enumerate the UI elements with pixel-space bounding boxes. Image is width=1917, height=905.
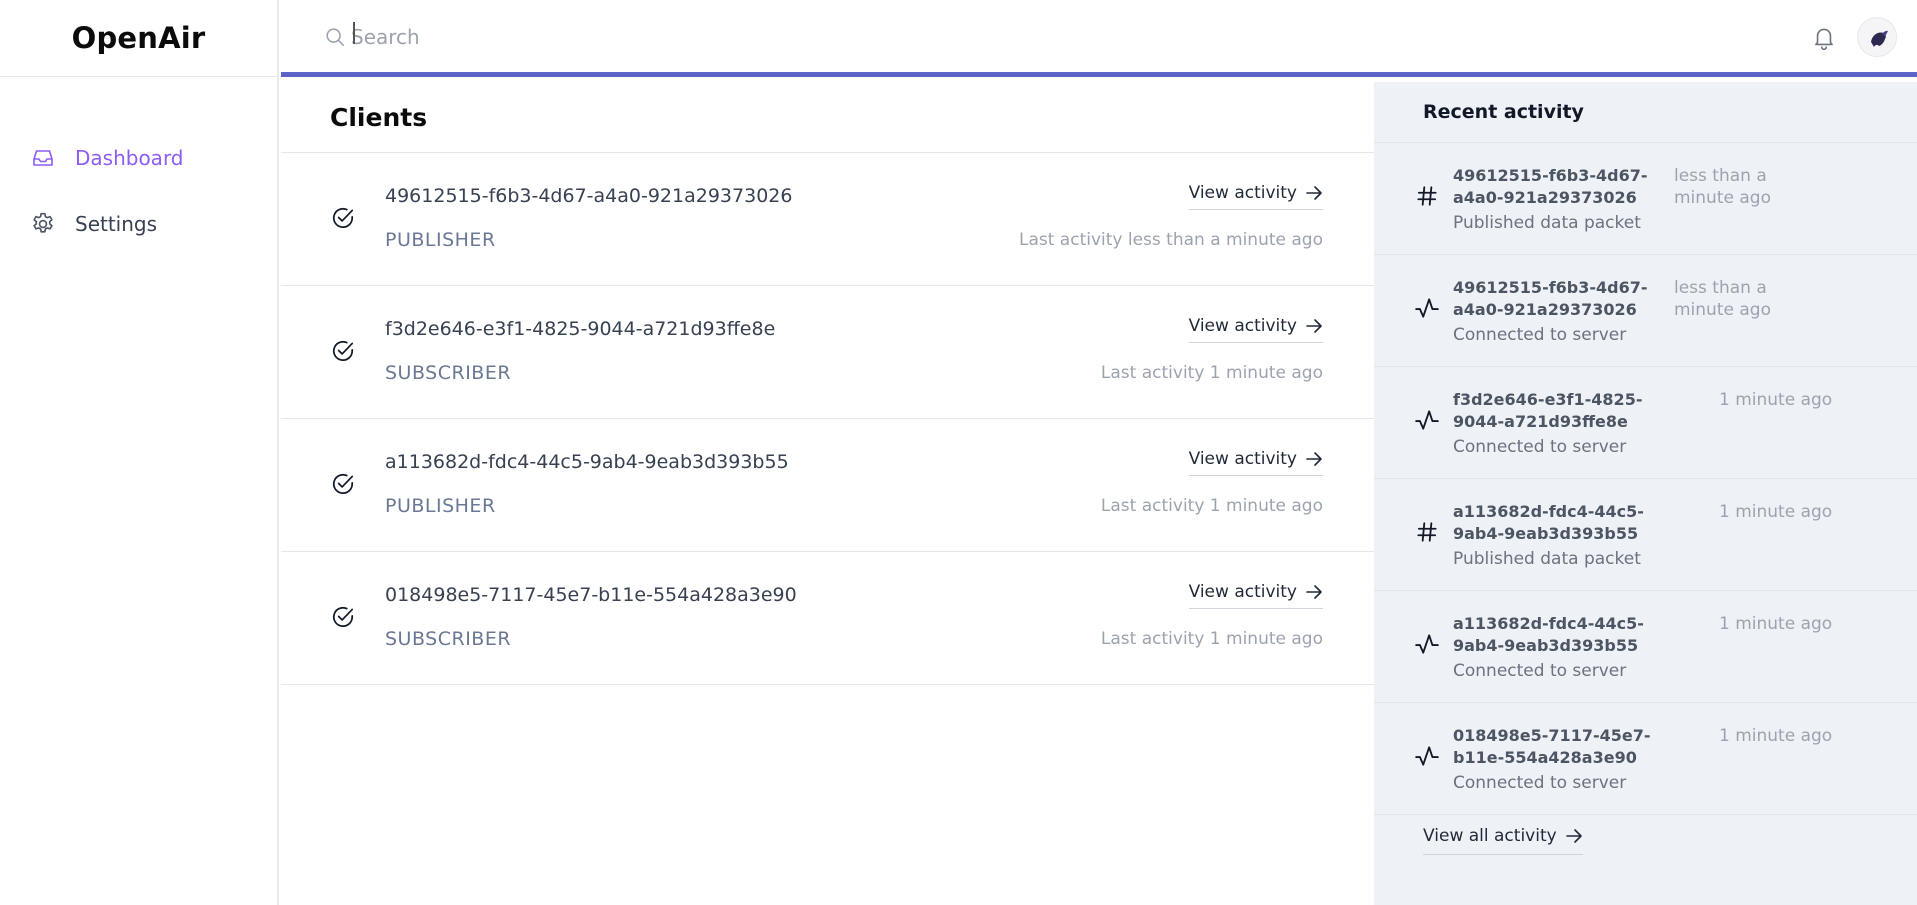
view-all-activity-label: View all activity — [1423, 826, 1557, 846]
client-id: 018498e5-7117-45e7-b11e-554a428a3e90 — [385, 584, 797, 606]
top-bar — [281, 0, 1917, 77]
view-all-activity-link[interactable]: View all activity — [1423, 826, 1583, 855]
sidebar: OpenAir Dashboard Settings — [0, 0, 279, 905]
last-activity-text: Last activity 1 minute ago — [1100, 496, 1323, 516]
activity-item: 49612515-f6b3-4d67-a4a0-921a29373026 Pub… — [1374, 143, 1917, 255]
activity-item: a113682d-fdc4-44c5-9ab4-9eab3d393b55 Pub… — [1374, 479, 1917, 591]
client-row: f3d2e646-e3f1-4825-9044-a721d93ffe8e SUB… — [281, 286, 1374, 419]
client-row: 49612515-f6b3-4d67-a4a0-921a29373026 PUB… — [281, 153, 1374, 286]
clients-section: Clients 49612515-f6b3-4d67-a4a0-921a2937… — [281, 82, 1374, 905]
activity-title: Recent activity — [1423, 101, 1584, 123]
page-title: Clients — [330, 102, 428, 132]
check-circle-icon — [330, 338, 356, 364]
activity-client-id: f3d2e646-e3f1-4825-9044-a721d93ffe8e — [1453, 390, 1643, 431]
pulse-icon — [1414, 743, 1440, 769]
brand-header: OpenAir — [0, 0, 277, 77]
view-activity-link[interactable]: View activity — [1188, 449, 1323, 476]
hash-icon — [1414, 519, 1440, 545]
activity-time: 1 minute ago — [1719, 502, 1833, 522]
activity-item: 49612515-f6b3-4d67-a4a0-921a29373026 Con… — [1374, 255, 1917, 367]
activity-time: 1 minute ago — [1719, 390, 1833, 410]
activity-time: 1 minute ago — [1719, 614, 1833, 634]
pulse-icon — [1414, 295, 1440, 321]
client-role: SUBSCRIBER — [385, 628, 512, 650]
view-activity-link[interactable]: View activity — [1188, 183, 1323, 210]
client-role: PUBLISHER — [385, 495, 496, 517]
avatar[interactable] — [1857, 17, 1897, 57]
activity-description: Connected to server — [1453, 773, 1627, 793]
recent-activity-panel: Recent activity 49612515-f6b3-4d67-a4a0-… — [1374, 82, 1917, 905]
view-activity-link[interactable]: View activity — [1188, 582, 1323, 609]
arrow-right-icon — [1565, 829, 1582, 843]
activity-client-id: 49612515-f6b3-4d67-a4a0-921a29373026 — [1453, 278, 1648, 319]
arrow-right-icon — [1306, 452, 1322, 466]
client-role: PUBLISHER — [385, 229, 496, 251]
sidebar-item-label: Settings — [75, 212, 158, 236]
activity-time: 1 minute ago — [1719, 726, 1833, 746]
text-cursor — [353, 22, 355, 44]
inbox-icon — [30, 145, 56, 171]
activity-item: a113682d-fdc4-44c5-9ab4-9eab3d393b55 Con… — [1374, 591, 1917, 703]
arrow-right-icon — [1306, 319, 1322, 333]
app-logo-text[interactable]: OpenAir — [72, 21, 206, 55]
client-row: 018498e5-7117-45e7-b11e-554a428a3e90 SUB… — [281, 552, 1374, 685]
pulse-icon — [1414, 407, 1440, 433]
activity-client-id: 49612515-f6b3-4d67-a4a0-921a29373026 — [1453, 166, 1648, 207]
activity-item: 018498e5-7117-45e7-b11e-554a428a3e90 Con… — [1374, 703, 1917, 815]
sidebar-item-dashboard[interactable]: Dashboard — [0, 125, 277, 191]
sidebar-nav: Dashboard Settings — [0, 77, 277, 257]
client-id: 49612515-f6b3-4d67-a4a0-921a29373026 — [385, 185, 793, 207]
activity-description: Published data packet — [1453, 549, 1641, 569]
last-activity-text: Last activity 1 minute ago — [1100, 363, 1323, 383]
activity-client-id: a113682d-fdc4-44c5-9ab4-9eab3d393b55 — [1453, 614, 1644, 655]
bell-icon[interactable] — [1811, 24, 1837, 52]
activity-description: Connected to server — [1453, 661, 1627, 681]
view-activity-label: View activity — [1188, 316, 1297, 336]
gear-icon — [30, 211, 56, 237]
last-activity-text: Last activity less than a minute ago — [1018, 230, 1323, 250]
hash-icon — [1414, 183, 1440, 209]
last-activity-text: Last activity 1 minute ago — [1100, 629, 1323, 649]
activity-item: f3d2e646-e3f1-4825-9044-a721d93ffe8e Con… — [1374, 367, 1917, 479]
client-role: SUBSCRIBER — [385, 362, 512, 384]
clients-header: Clients — [281, 82, 1374, 153]
sidebar-item-settings[interactable]: Settings — [0, 191, 277, 257]
arrow-right-icon — [1306, 585, 1322, 599]
check-circle-icon — [330, 471, 356, 497]
activity-header: Recent activity — [1374, 82, 1917, 143]
client-id: a113682d-fdc4-44c5-9ab4-9eab3d393b55 — [385, 451, 789, 473]
sidebar-item-label: Dashboard — [75, 146, 184, 170]
check-circle-icon — [330, 604, 356, 630]
activity-time: less than a minute ago — [1674, 278, 1771, 320]
arrow-right-icon — [1306, 186, 1322, 200]
client-row: a113682d-fdc4-44c5-9ab4-9eab3d393b55 PUB… — [281, 419, 1374, 552]
view-activity-link[interactable]: View activity — [1188, 316, 1323, 343]
activity-client-id: 018498e5-7117-45e7-b11e-554a428a3e90 — [1453, 726, 1651, 767]
activity-description: Published data packet — [1453, 213, 1641, 233]
activity-time: less than a minute ago — [1674, 166, 1771, 208]
check-circle-icon — [330, 205, 356, 231]
view-activity-label: View activity — [1188, 449, 1297, 469]
activity-description: Connected to server — [1453, 325, 1627, 345]
search-icon — [324, 26, 346, 48]
view-activity-label: View activity — [1188, 183, 1297, 203]
view-activity-label: View activity — [1188, 582, 1297, 602]
activity-description: Connected to server — [1453, 437, 1627, 457]
search-input[interactable] — [351, 18, 1051, 56]
client-id: f3d2e646-e3f1-4825-9044-a721d93ffe8e — [385, 318, 776, 340]
pulse-icon — [1414, 631, 1440, 657]
activity-client-id: a113682d-fdc4-44c5-9ab4-9eab3d393b55 — [1453, 502, 1644, 543]
